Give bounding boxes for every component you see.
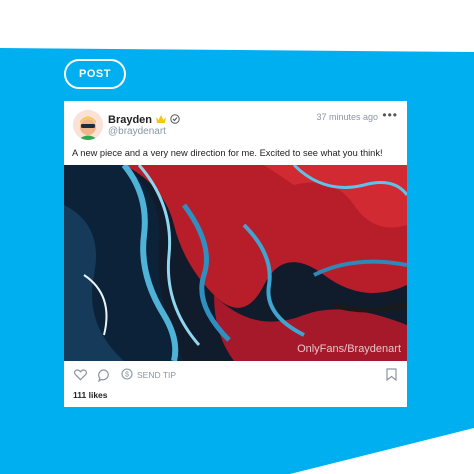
more-options-button[interactable]: •••: [382, 108, 398, 122]
dollar-icon: $: [121, 368, 133, 382]
avatar[interactable]: [73, 110, 103, 140]
post-image[interactable]: OnlyFans/Braydenart: [64, 165, 407, 361]
send-tip-label: SEND TIP: [137, 370, 177, 380]
svg-text:$: $: [125, 372, 129, 379]
post-button[interactable]: POST: [64, 59, 126, 89]
post-actions: $ SEND TIP: [73, 368, 176, 382]
post-caption: A new piece and a very new direction for…: [72, 148, 383, 158]
author-name[interactable]: Brayden: [108, 114, 152, 126]
comment-icon[interactable]: [97, 368, 111, 382]
heart-icon[interactable]: [73, 368, 87, 382]
send-tip-button[interactable]: $ SEND TIP: [121, 368, 176, 382]
author-handle[interactable]: @braydenart: [108, 126, 166, 137]
likes-count[interactable]: 111 likes: [73, 390, 108, 400]
post-card: Brayden @braydenart 37 minutes ago ••• A…: [64, 101, 407, 407]
image-watermark: OnlyFans/Braydenart: [297, 343, 401, 355]
post-timestamp: 37 minutes ago: [316, 112, 378, 122]
bookmark-icon[interactable]: [386, 368, 397, 386]
verified-icon: [170, 111, 180, 129]
